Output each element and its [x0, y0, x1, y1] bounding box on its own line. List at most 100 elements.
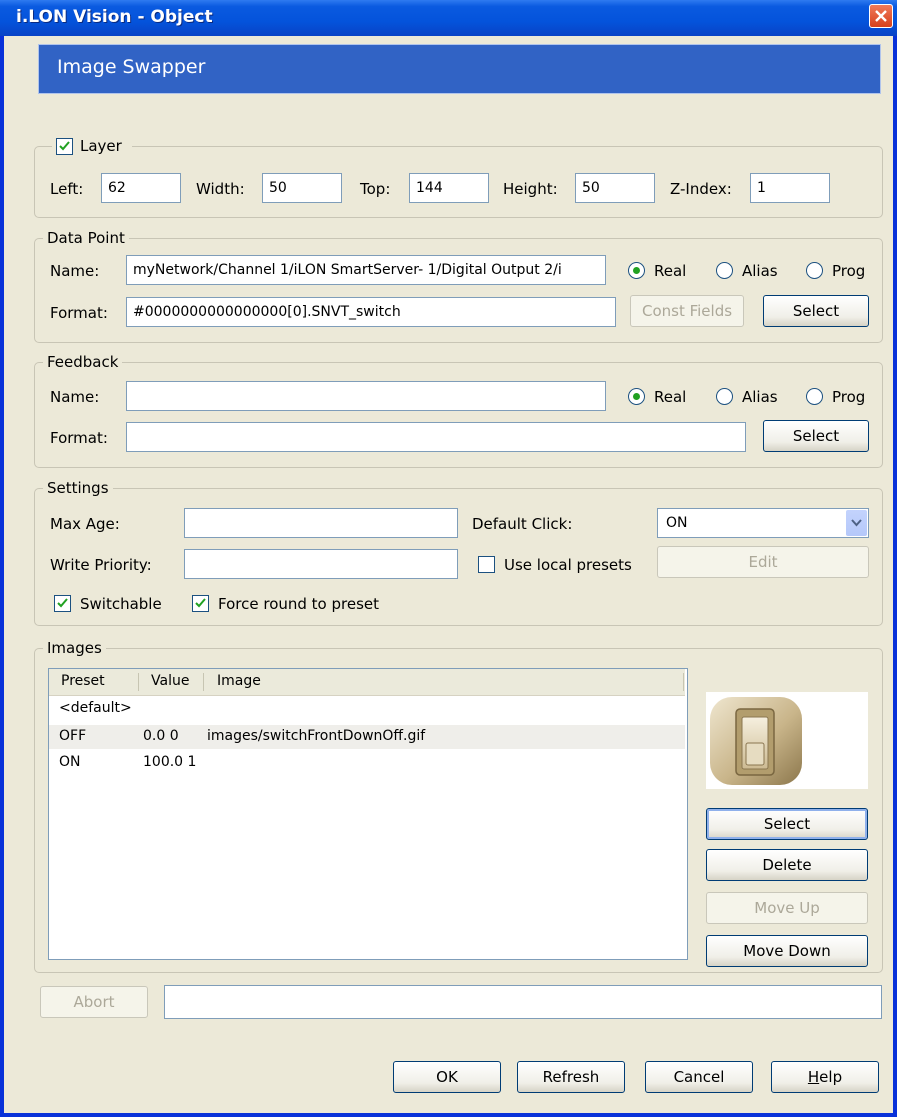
image-select-button[interactable]: Select [706, 808, 868, 840]
fb-radio-real-label: Real [654, 388, 687, 406]
fb-radio-alias-label: Alias [742, 388, 778, 406]
help-button[interactable]: Help [771, 1061, 879, 1093]
abort-button[interactable]: Abort [40, 986, 148, 1018]
left-label: Left: [50, 180, 84, 198]
column-header-image[interactable]: Image [217, 673, 261, 689]
max-age-input[interactable] [184, 508, 458, 538]
object-dialog: i.LON Vision - Object Image Swapper Laye… [0, 0, 897, 1117]
dp-radio-real[interactable] [628, 262, 645, 279]
cell-value: 100.0 1 [143, 754, 197, 770]
close-button[interactable] [869, 4, 893, 28]
fb-format-input[interactable] [126, 422, 746, 452]
window-title: i.LON Vision - Object [16, 7, 213, 27]
fb-radio-prog[interactable] [806, 388, 823, 405]
ok-button[interactable]: OK [393, 1061, 501, 1093]
height-label: Height: [503, 180, 558, 198]
radio-selected-dot [633, 393, 640, 400]
fb-name-label: Name: [50, 388, 100, 406]
switchable-checkbox[interactable] [54, 595, 71, 612]
write-priority-label: Write Priority: [50, 556, 152, 574]
force-round-label: Force round to preset [218, 595, 380, 613]
column-header-value[interactable]: Value [151, 673, 189, 689]
cell-preset: OFF [59, 728, 87, 744]
check-icon [59, 141, 70, 151]
object-type-title: Image Swapper [57, 56, 206, 78]
write-priority-input[interactable] [184, 549, 458, 579]
dropdown-arrow[interactable] [846, 510, 867, 536]
dp-name-input[interactable]: myNetwork/Channel 1/iLON SmartServer- 1/… [126, 255, 606, 285]
move-down-button[interactable]: Move Down [706, 935, 868, 967]
dp-name-label: Name: [50, 262, 100, 280]
layer-checkbox[interactable] [56, 138, 73, 155]
object-type-header: Image Swapper [38, 44, 881, 94]
move-up-button[interactable]: Move Up [706, 892, 868, 924]
image-delete-button[interactable]: Delete [706, 849, 868, 881]
fb-format-label: Format: [50, 429, 108, 447]
default-click-value: ON [666, 515, 688, 531]
dp-format-input[interactable]: #0000000000000000[0].SNVT_switch [126, 297, 616, 327]
cell-preset: <default> [59, 700, 132, 716]
const-fields-button[interactable]: Const Fields [630, 295, 744, 327]
switchable-label: Switchable [80, 595, 162, 613]
image-preview [706, 692, 868, 789]
column-divider[interactable] [683, 673, 684, 691]
width-input[interactable]: 50 [262, 173, 342, 203]
close-icon [875, 10, 887, 22]
fb-radio-real[interactable] [628, 388, 645, 405]
dp-radio-real-label: Real [654, 262, 687, 280]
help-button-label: Help [807, 1068, 843, 1086]
table-row[interactable]: OFF 0.0 0 images/switchFrontDownOff.gif [49, 725, 685, 749]
dp-select-button[interactable]: Select [763, 295, 869, 327]
default-click-label: Default Click: [472, 515, 573, 533]
cell-image: images/switchFrontDownOff.gif [207, 728, 426, 744]
fb-name-input[interactable] [126, 381, 606, 411]
column-header-preset[interactable]: Preset [61, 673, 105, 689]
force-round-checkbox[interactable] [192, 595, 209, 612]
dp-radio-alias-label: Alias [742, 262, 778, 280]
left-input[interactable]: 62 [101, 173, 181, 203]
cell-value: 0.0 0 [143, 728, 179, 744]
dp-radio-alias[interactable] [716, 262, 733, 279]
dp-radio-prog[interactable] [806, 262, 823, 279]
fb-select-button[interactable]: Select [763, 420, 869, 452]
radio-selected-dot [633, 267, 640, 274]
data-point-legend: Data Point [43, 229, 129, 247]
feedback-legend: Feedback [43, 353, 123, 371]
edit-button[interactable]: Edit [657, 546, 869, 578]
cell-preset: ON [59, 754, 81, 770]
fb-radio-prog-label: Prog [832, 388, 866, 406]
cancel-button[interactable]: Cancel [645, 1061, 753, 1093]
zindex-label: Z-Index: [670, 180, 732, 198]
column-divider[interactable] [138, 673, 139, 691]
images-table[interactable]: Preset Value Image <default> OFF 0.0 0 i… [48, 668, 688, 960]
table-header: Preset Value Image [49, 669, 685, 696]
height-input[interactable]: 50 [575, 173, 655, 203]
use-local-presets-label: Use local presets [504, 556, 632, 574]
zindex-input[interactable]: 1 [750, 173, 830, 203]
table-row[interactable]: <default> [49, 697, 685, 721]
top-label: Top: [360, 180, 391, 198]
dp-radio-prog-label: Prog [832, 262, 866, 280]
table-row[interactable]: ON 100.0 1 [49, 751, 685, 775]
check-icon [195, 598, 206, 608]
top-input[interactable]: 144 [409, 173, 489, 203]
status-field [164, 985, 882, 1019]
max-age-label: Max Age: [50, 515, 120, 533]
images-legend: Images [43, 639, 106, 657]
data-point-group: Data Point [34, 229, 883, 343]
dp-format-label: Format: [50, 304, 108, 322]
default-click-select[interactable]: ON [657, 508, 869, 538]
layer-checkbox-row[interactable]: Layer [52, 137, 132, 157]
feedback-group: Feedback [34, 353, 883, 468]
settings-legend: Settings [43, 479, 113, 497]
refresh-button[interactable]: Refresh [517, 1061, 625, 1093]
switch-image-icon [710, 697, 802, 785]
width-label: Width: [196, 180, 245, 198]
column-divider[interactable] [203, 673, 204, 691]
fb-radio-alias[interactable] [716, 388, 733, 405]
check-icon [57, 598, 68, 608]
use-local-presets-checkbox[interactable] [478, 556, 495, 573]
title-bar[interactable]: i.LON Vision - Object [0, 0, 897, 36]
chevron-down-icon [851, 519, 862, 527]
layer-label: Layer [80, 137, 122, 155]
